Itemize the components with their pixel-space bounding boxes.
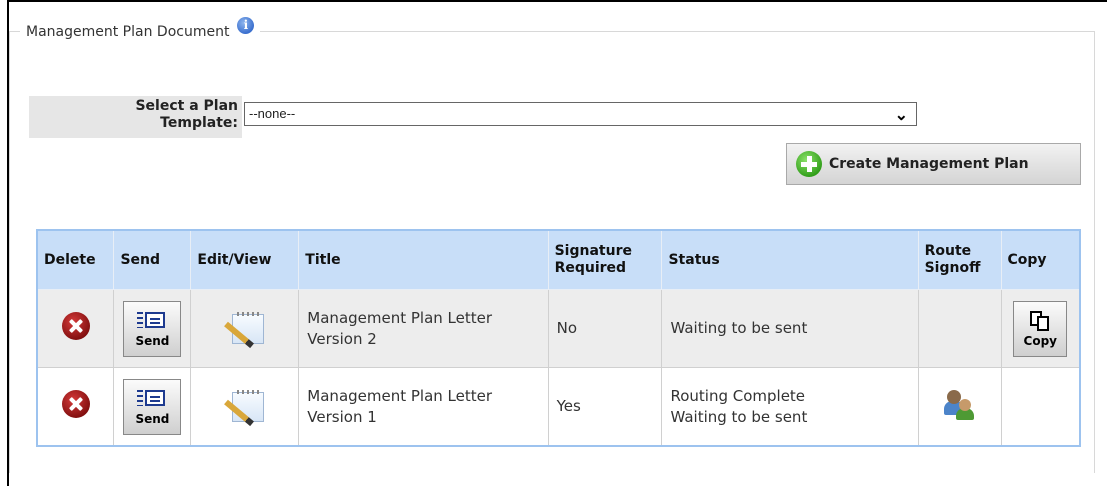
send-button[interactable]: Send bbox=[123, 378, 182, 435]
info-icon[interactable]: i bbox=[237, 17, 255, 34]
route-cell bbox=[917, 367, 1002, 447]
plus-circle-icon bbox=[796, 151, 822, 177]
chevron-down-icon: ⌄ bbox=[894, 107, 908, 124]
title-cell: Management Plan Letter Version 1 bbox=[298, 367, 549, 447]
edit-cell bbox=[190, 367, 300, 447]
status-line1: Routing Complete bbox=[670, 386, 806, 405]
route-cell bbox=[917, 289, 1002, 368]
table-row: Send Management Plan Letter Version 2 No… bbox=[36, 289, 1081, 368]
header-delete: Delete bbox=[36, 229, 115, 290]
copy-cell: Copy bbox=[1000, 289, 1081, 368]
status-cell: Waiting to be sent bbox=[661, 289, 919, 368]
header-edit-view: Edit/View bbox=[190, 229, 300, 290]
send-letter-icon bbox=[137, 310, 167, 332]
copy-button-label: Copy bbox=[1023, 333, 1057, 348]
delete-icon[interactable] bbox=[61, 389, 90, 418]
create-management-plan-button[interactable]: Create Management Plan bbox=[786, 143, 1081, 185]
panel-title: Management Plan Document bbox=[26, 23, 230, 40]
header-signature-required: Signature Required bbox=[547, 229, 663, 290]
delete-cell bbox=[36, 367, 115, 447]
create-management-plan-label: Create Management Plan bbox=[829, 156, 1029, 172]
header-route-line1: Route bbox=[924, 243, 972, 259]
edit-notepad-icon[interactable] bbox=[223, 384, 266, 426]
edit-cell bbox=[190, 289, 300, 368]
edit-notepad-icon[interactable] bbox=[223, 306, 266, 348]
management-plan-table: Delete Send Edit/View Title Signature Re… bbox=[36, 229, 1081, 447]
header-route-line2: Signoff bbox=[924, 260, 981, 276]
header-copy: Copy bbox=[1000, 229, 1081, 290]
plan-template-label: Select a Plan Template: bbox=[29, 96, 242, 138]
title-line2: Version 2 bbox=[307, 329, 377, 348]
title-cell: Management Plan Letter Version 2 bbox=[298, 289, 549, 368]
send-button[interactable]: Send bbox=[123, 300, 182, 357]
plan-template-selected: --none-- bbox=[249, 106, 296, 121]
header-title: Title bbox=[298, 229, 549, 290]
send-cell: Send bbox=[113, 367, 192, 447]
title-line2: Version 1 bbox=[307, 407, 377, 426]
header-signature-line1: Signature bbox=[554, 243, 632, 259]
copy-button[interactable]: Copy bbox=[1013, 300, 1068, 357]
send-button-label: Send bbox=[135, 411, 170, 426]
table-header-row: Delete Send Edit/View Title Signature Re… bbox=[36, 229, 1081, 290]
plan-template-label-line1: Select a Plan bbox=[135, 98, 238, 114]
status-cell: Routing Complete Waiting to be sent bbox=[661, 367, 919, 447]
signature-cell: Yes bbox=[547, 367, 663, 447]
delete-icon[interactable] bbox=[61, 311, 90, 340]
header-status: Status bbox=[661, 229, 919, 290]
header-signature-line2: Required bbox=[554, 260, 627, 276]
send-letter-icon bbox=[137, 388, 167, 410]
header-route-signoff: Route Signoff bbox=[917, 229, 1002, 290]
status-line1: Waiting to be sent bbox=[670, 319, 808, 337]
send-cell: Send bbox=[113, 289, 192, 368]
route-signoff-users-icon[interactable] bbox=[943, 388, 976, 420]
panel-legend: Management Plan Document i bbox=[20, 17, 260, 40]
send-button-label: Send bbox=[135, 333, 170, 348]
copy-cell bbox=[1000, 367, 1081, 447]
signature-cell: No bbox=[547, 289, 663, 368]
delete-cell bbox=[36, 289, 115, 368]
title-line1: Management Plan Letter bbox=[307, 308, 493, 327]
plan-template-select[interactable]: --none-- ⌄ bbox=[244, 102, 917, 126]
status-line2: Waiting to be sent bbox=[670, 407, 808, 426]
title-line1: Management Plan Letter bbox=[307, 386, 493, 405]
copy-icon bbox=[1029, 310, 1051, 332]
table-row: Send Management Plan Letter Version 1 Ye… bbox=[36, 367, 1081, 447]
plan-template-label-line2: Template: bbox=[160, 115, 238, 131]
header-send: Send bbox=[113, 229, 192, 290]
